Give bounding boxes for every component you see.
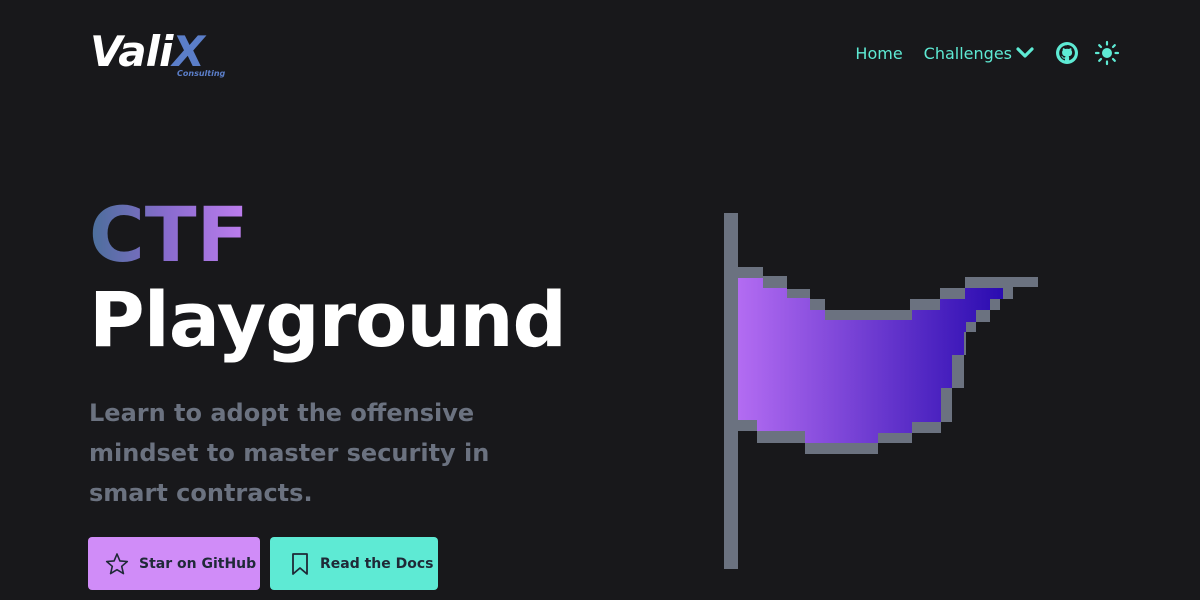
logo-text: Vali	[90, 27, 173, 76]
pixel-flag-illustration	[724, 213, 1038, 569]
star-icon	[105, 552, 129, 576]
bookmark-icon	[290, 552, 310, 576]
nav-challenges-dropdown[interactable]: Challenges	[924, 44, 1034, 63]
main-nav: Home Challenges	[855, 38, 1120, 68]
hero-subtitle: Learn to adopt the offensive mindset to …	[89, 399, 490, 507]
github-icon[interactable]	[1054, 40, 1080, 66]
brand-logo[interactable]: ValiX Consulting	[90, 26, 230, 82]
nav-home-link[interactable]: Home	[855, 44, 902, 63]
star-button-label: Star on GitHub	[139, 555, 257, 572]
hero-title-ctf: CTF	[89, 190, 249, 279]
read-the-docs-button[interactable]: Read the Docs	[270, 537, 438, 590]
landing-page: ValiX Consulting Home Challenges CTF Pla…	[0, 0, 1200, 600]
chevron-down-icon	[1016, 46, 1034, 60]
hero-title: Playground	[89, 275, 567, 364]
logo-subtitle: Consulting	[177, 69, 226, 78]
sun-icon[interactable]	[1094, 40, 1120, 66]
star-on-github-button[interactable]: Star on GitHub	[88, 537, 260, 590]
docs-button-label: Read the Docs	[320, 555, 434, 572]
nav-challenges-label: Challenges	[923, 43, 1012, 63]
